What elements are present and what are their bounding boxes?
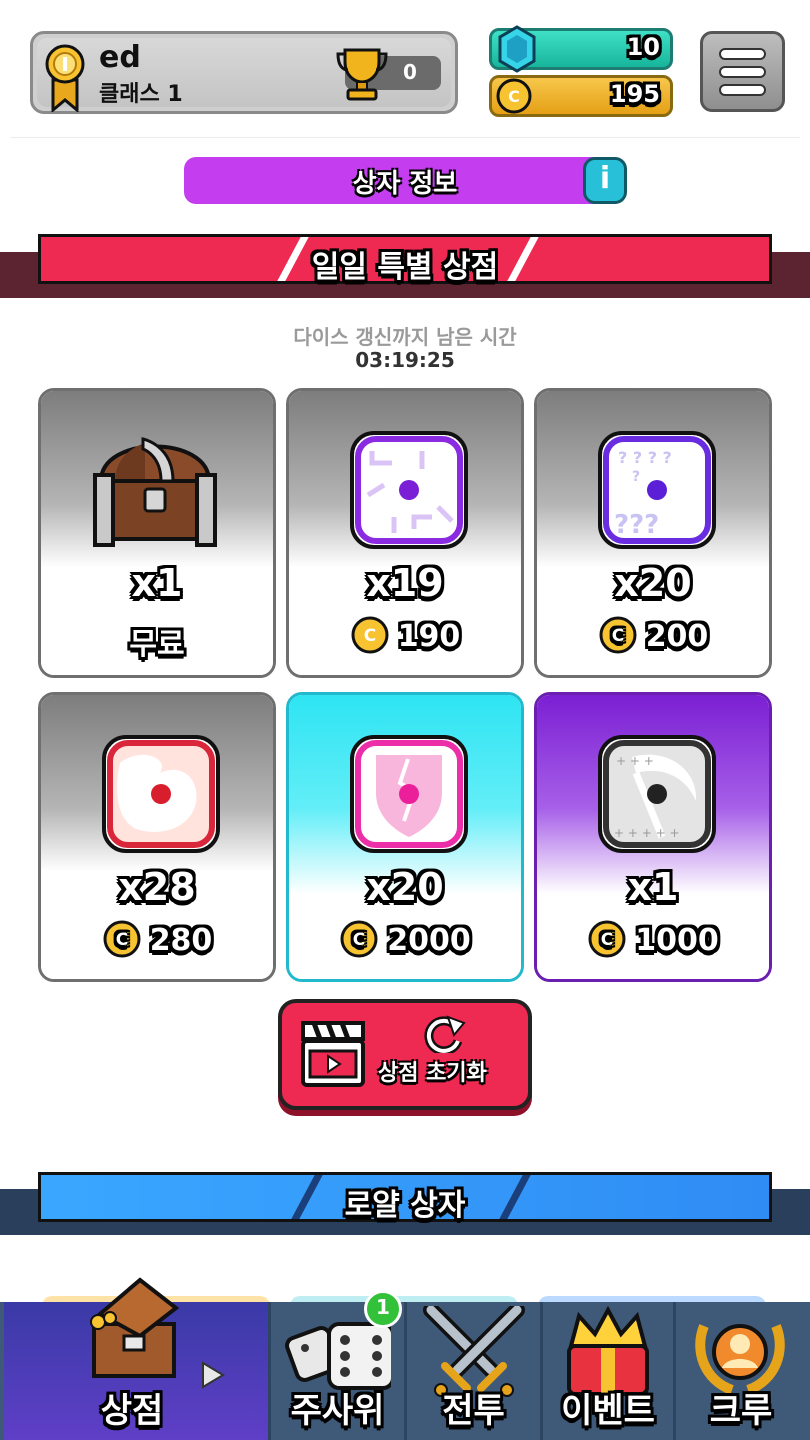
info-button[interactable]: i <box>583 157 627 204</box>
item-price-value: 200 <box>645 619 709 654</box>
coin-icon: C <box>351 616 389 653</box>
refresh-timer-label: 다이스 갱신까지 남은 시간 <box>293 325 517 349</box>
nav-label-event: 이벤트 <box>561 1391 655 1431</box>
coin-icon: C <box>599 616 637 653</box>
box-info-bar[interactable]: 상자 정보 <box>184 157 626 204</box>
royal-box-title: 로얄 상자 <box>344 1188 466 1223</box>
svg-text:C: C <box>508 87 520 106</box>
gem-count: 10 <box>626 33 660 61</box>
question-dice-icon: ? ? ? ? ? ??? <box>598 431 716 549</box>
clapperboard-icon <box>301 1021 365 1087</box>
info-icon: i <box>599 161 611 196</box>
item-price-value: 280 <box>149 923 213 958</box>
nav-label-battle: 전투 <box>442 1391 505 1431</box>
hamburger-icon <box>719 48 766 60</box>
svg-text:C: C <box>363 626 375 646</box>
item-price: C 2000 <box>289 920 521 959</box>
royal-box-banner: 로얄 상자 <box>38 1172 772 1223</box>
item-quantity: x19 <box>366 561 444 605</box>
shop-item-card[interactable]: x1 무료 <box>38 388 276 678</box>
coin-count: 195 <box>609 80 660 108</box>
shop-chest-icon <box>90 1277 180 1378</box>
trophy-icon <box>336 48 388 101</box>
arrow-dice-icon <box>350 431 468 549</box>
svg-text:C: C <box>611 626 623 646</box>
treasure-chest-icon <box>93 437 217 547</box>
coin-icon: C <box>588 920 626 957</box>
svg-text:???: ??? <box>614 510 659 540</box>
coin-counter[interactable]: C 195 <box>489 75 673 117</box>
svg-text:? ? ? ?: ? ? ? ? <box>618 448 672 467</box>
notification-badge: 1 <box>364 1290 402 1328</box>
item-price: C 280 <box>41 920 273 959</box>
svg-text:C: C <box>115 930 127 950</box>
daily-shop-title: 일일 특별 상점 <box>311 250 499 285</box>
item-quantity: x20 <box>614 561 692 605</box>
notification-count: 1 <box>376 1295 390 1319</box>
shop-item-card[interactable]: x20 C 2000 <box>286 692 524 982</box>
coin-icon: C <box>103 920 141 957</box>
scythe-dice-icon: + + + + + + + + <box>598 735 716 853</box>
item-quantity: x1 <box>627 865 679 909</box>
svg-text:C: C <box>601 930 613 950</box>
item-price-value: 1000 <box>635 923 719 958</box>
trophy-count: 0 <box>403 60 417 84</box>
nav-label-crew: 크루 <box>709 1391 773 1431</box>
gem-counter[interactable]: 10 <box>489 25 673 73</box>
item-price: C 1000 <box>537 920 769 959</box>
nav-label-shop: 상점 <box>100 1391 164 1431</box>
menu-button[interactable] <box>700 31 785 112</box>
refresh-icon <box>424 1015 466 1053</box>
shop-item-card[interactable]: x19 C 190 <box>286 388 524 678</box>
gem-icon <box>498 25 536 73</box>
item-price-value: 190 <box>397 619 461 654</box>
player-name: ed <box>99 40 141 75</box>
nav-label-dice: 주사위 <box>290 1391 385 1431</box>
item-price: C 190 <box>289 616 521 655</box>
fire-dice-icon <box>102 735 220 853</box>
item-price-free: 무료 <box>129 627 185 662</box>
daily-shop-banner: 일일 특별 상점 <box>38 234 772 285</box>
hamburger-icon-line <box>719 66 766 78</box>
nav-tab-shop[interactable]: 상점 <box>4 1277 268 1440</box>
medal-icon <box>45 44 85 112</box>
nav-tab-battle[interactable]: 전투 <box>407 1302 540 1440</box>
refresh-timer: 03:19:25 <box>355 348 455 372</box>
hamburger-icon-line <box>719 84 766 96</box>
nav-tab-crew[interactable]: 크루 <box>676 1302 806 1440</box>
item-quantity: x20 <box>366 865 444 909</box>
box-info-label: 상자 정보 <box>352 169 458 199</box>
shop-item-card[interactable]: ? ? ? ? ? ??? x20 C 200 <box>534 388 772 678</box>
svg-text:+ + +: + + + <box>616 754 654 768</box>
coin-icon: C <box>340 920 378 957</box>
svg-text:?: ? <box>632 469 640 485</box>
item-quantity: x1 <box>131 561 183 605</box>
shop-reset-label: 상점 초기화 <box>378 1061 487 1086</box>
header-divider <box>10 137 800 138</box>
shop-reset-button[interactable]: 상점 초기화 <box>278 999 532 1110</box>
nav-tab-event[interactable]: 이벤트 <box>543 1302 673 1440</box>
profile-panel[interactable]: ed 클래스 1 0 <box>30 31 458 114</box>
item-quantity: x28 <box>118 865 196 909</box>
item-price-value: 2000 <box>387 923 471 958</box>
svg-text:C: C <box>353 930 365 950</box>
player-class: 클래스 1 <box>99 82 183 107</box>
svg-text:+ + + + +: + + + + + <box>614 826 680 840</box>
item-price: C 200 <box>537 616 769 655</box>
shop-item-card[interactable]: x28 C 280 <box>38 692 276 982</box>
coin-icon: C <box>496 78 532 114</box>
shop-item-card[interactable]: + + + + + + + + x1 C 1000 <box>534 692 772 982</box>
shield-dice-icon <box>350 735 468 853</box>
